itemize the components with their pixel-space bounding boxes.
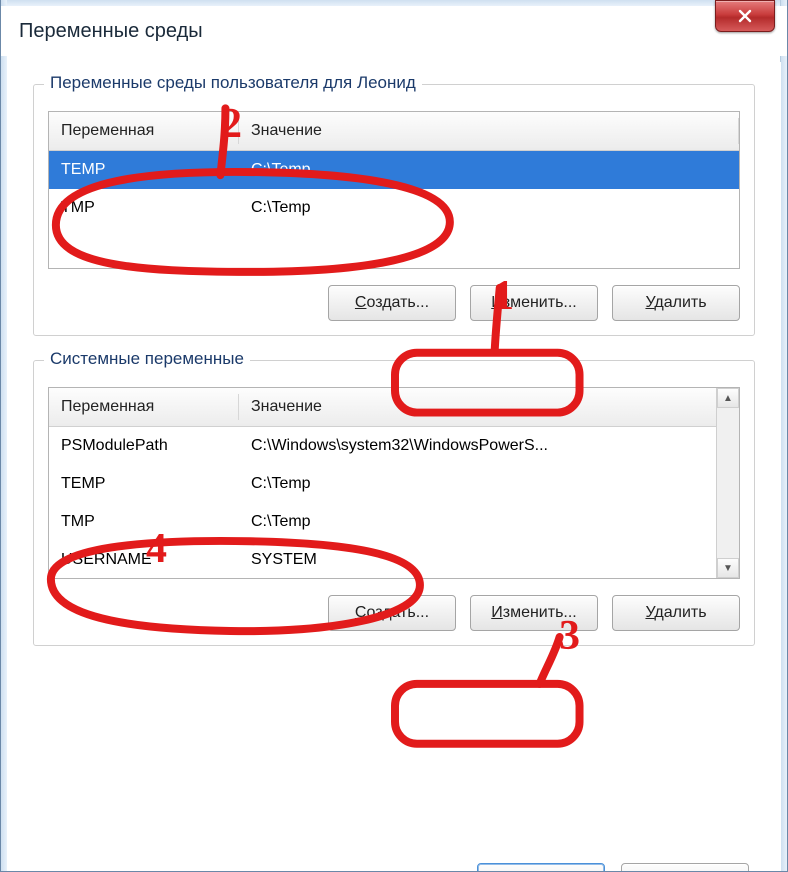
system-vars-group: Системные переменные Переменная Значение… bbox=[33, 360, 755, 646]
system-row[interactable]: PSModulePath C:\Windows\system32\Windows… bbox=[49, 427, 717, 465]
user-row-temp[interactable]: TEMP C:\Temp bbox=[49, 151, 739, 189]
btn-label-tail: далить bbox=[654, 604, 706, 621]
system-row[interactable]: TMP C:\Temp bbox=[49, 503, 717, 541]
env-vars-dialog: Переменные среды Переменные среды пользо… bbox=[0, 0, 788, 872]
user-buttons-row: Создать... Изменить... Удалить bbox=[48, 285, 740, 321]
user-row-name: TEMP bbox=[49, 157, 239, 183]
system-row-value: C:\Temp bbox=[239, 471, 717, 497]
user-vars-list[interactable]: Переменная Значение TEMP C:\Temp TMP C:\… bbox=[48, 111, 740, 269]
system-list-scrollbar[interactable]: ▲ ▼ bbox=[716, 388, 739, 578]
system-row[interactable]: USERNAME SYSTEM bbox=[49, 541, 717, 579]
cancel-button[interactable]: Отмена bbox=[621, 863, 749, 872]
user-col-value: Значение bbox=[239, 118, 739, 144]
scroll-up-button[interactable]: ▲ bbox=[717, 388, 739, 408]
system-col-value: Значение bbox=[239, 394, 717, 420]
titlebar: Переменные среды bbox=[1, 6, 787, 56]
system-row-value: SYSTEM bbox=[239, 547, 717, 573]
btn-label-tail: оздать... bbox=[366, 294, 429, 311]
user-vars-list-header: Переменная Значение bbox=[49, 112, 739, 151]
system-row-name: TEMP bbox=[49, 471, 239, 497]
user-row-value: C:\Temp bbox=[239, 157, 739, 183]
system-vars-legend: Системные переменные bbox=[44, 349, 250, 369]
chevron-down-icon: ▼ bbox=[723, 563, 733, 574]
system-delete-button[interactable]: Удалить bbox=[612, 595, 740, 631]
user-create-button[interactable]: Создать... bbox=[328, 285, 456, 321]
btn-label-tail: далить bbox=[654, 294, 706, 311]
btn-label-tail: оздать... bbox=[366, 604, 429, 621]
system-create-button[interactable]: Создать... bbox=[328, 595, 456, 631]
system-row-name: PSModulePath bbox=[49, 433, 239, 459]
user-vars-group: Переменные среды пользователя для Леонид… bbox=[33, 84, 755, 336]
system-row-name: USERNAME bbox=[49, 547, 239, 573]
system-row-value: C:\Temp bbox=[239, 509, 717, 535]
system-row[interactable]: TEMP C:\Temp bbox=[49, 465, 717, 503]
window-title: Переменные среды bbox=[19, 20, 203, 43]
user-vars-legend: Переменные среды пользователя для Леонид bbox=[44, 73, 422, 93]
ok-button[interactable]: ОК bbox=[477, 863, 605, 872]
dialog-client-area: Переменные среды пользователя для Леонид… bbox=[7, 62, 781, 872]
user-row-tmp[interactable]: TMP C:\Temp bbox=[49, 189, 739, 227]
window-chrome-right bbox=[780, 0, 787, 871]
scroll-down-button[interactable]: ▼ bbox=[717, 558, 739, 578]
user-col-name: Переменная bbox=[49, 118, 239, 144]
system-col-name: Переменная bbox=[49, 394, 239, 420]
system-vars-list-header: Переменная Значение bbox=[49, 388, 717, 427]
dialog-bottom-buttons: ОК Отмена bbox=[477, 863, 749, 872]
user-row-name: TMP bbox=[49, 195, 239, 221]
system-row-value: C:\Windows\system32\WindowsPowerS... bbox=[239, 433, 717, 459]
system-row-name: TMP bbox=[49, 509, 239, 535]
system-buttons-row: Создать... Изменить... Удалить bbox=[48, 595, 740, 631]
user-edit-button[interactable]: Изменить... bbox=[470, 285, 598, 321]
user-delete-button[interactable]: Удалить bbox=[612, 285, 740, 321]
close-icon bbox=[737, 8, 753, 24]
user-row-value: C:\Temp bbox=[239, 195, 739, 221]
chevron-up-icon: ▲ bbox=[723, 393, 733, 404]
btn-label-tail: зменить... bbox=[503, 604, 577, 621]
system-vars-list[interactable]: Переменная Значение PSModulePath C:\Wind… bbox=[48, 387, 740, 579]
btn-label-tail: зменить... bbox=[503, 294, 577, 311]
close-button[interactable] bbox=[715, 0, 775, 32]
system-edit-button[interactable]: Изменить... bbox=[470, 595, 598, 631]
